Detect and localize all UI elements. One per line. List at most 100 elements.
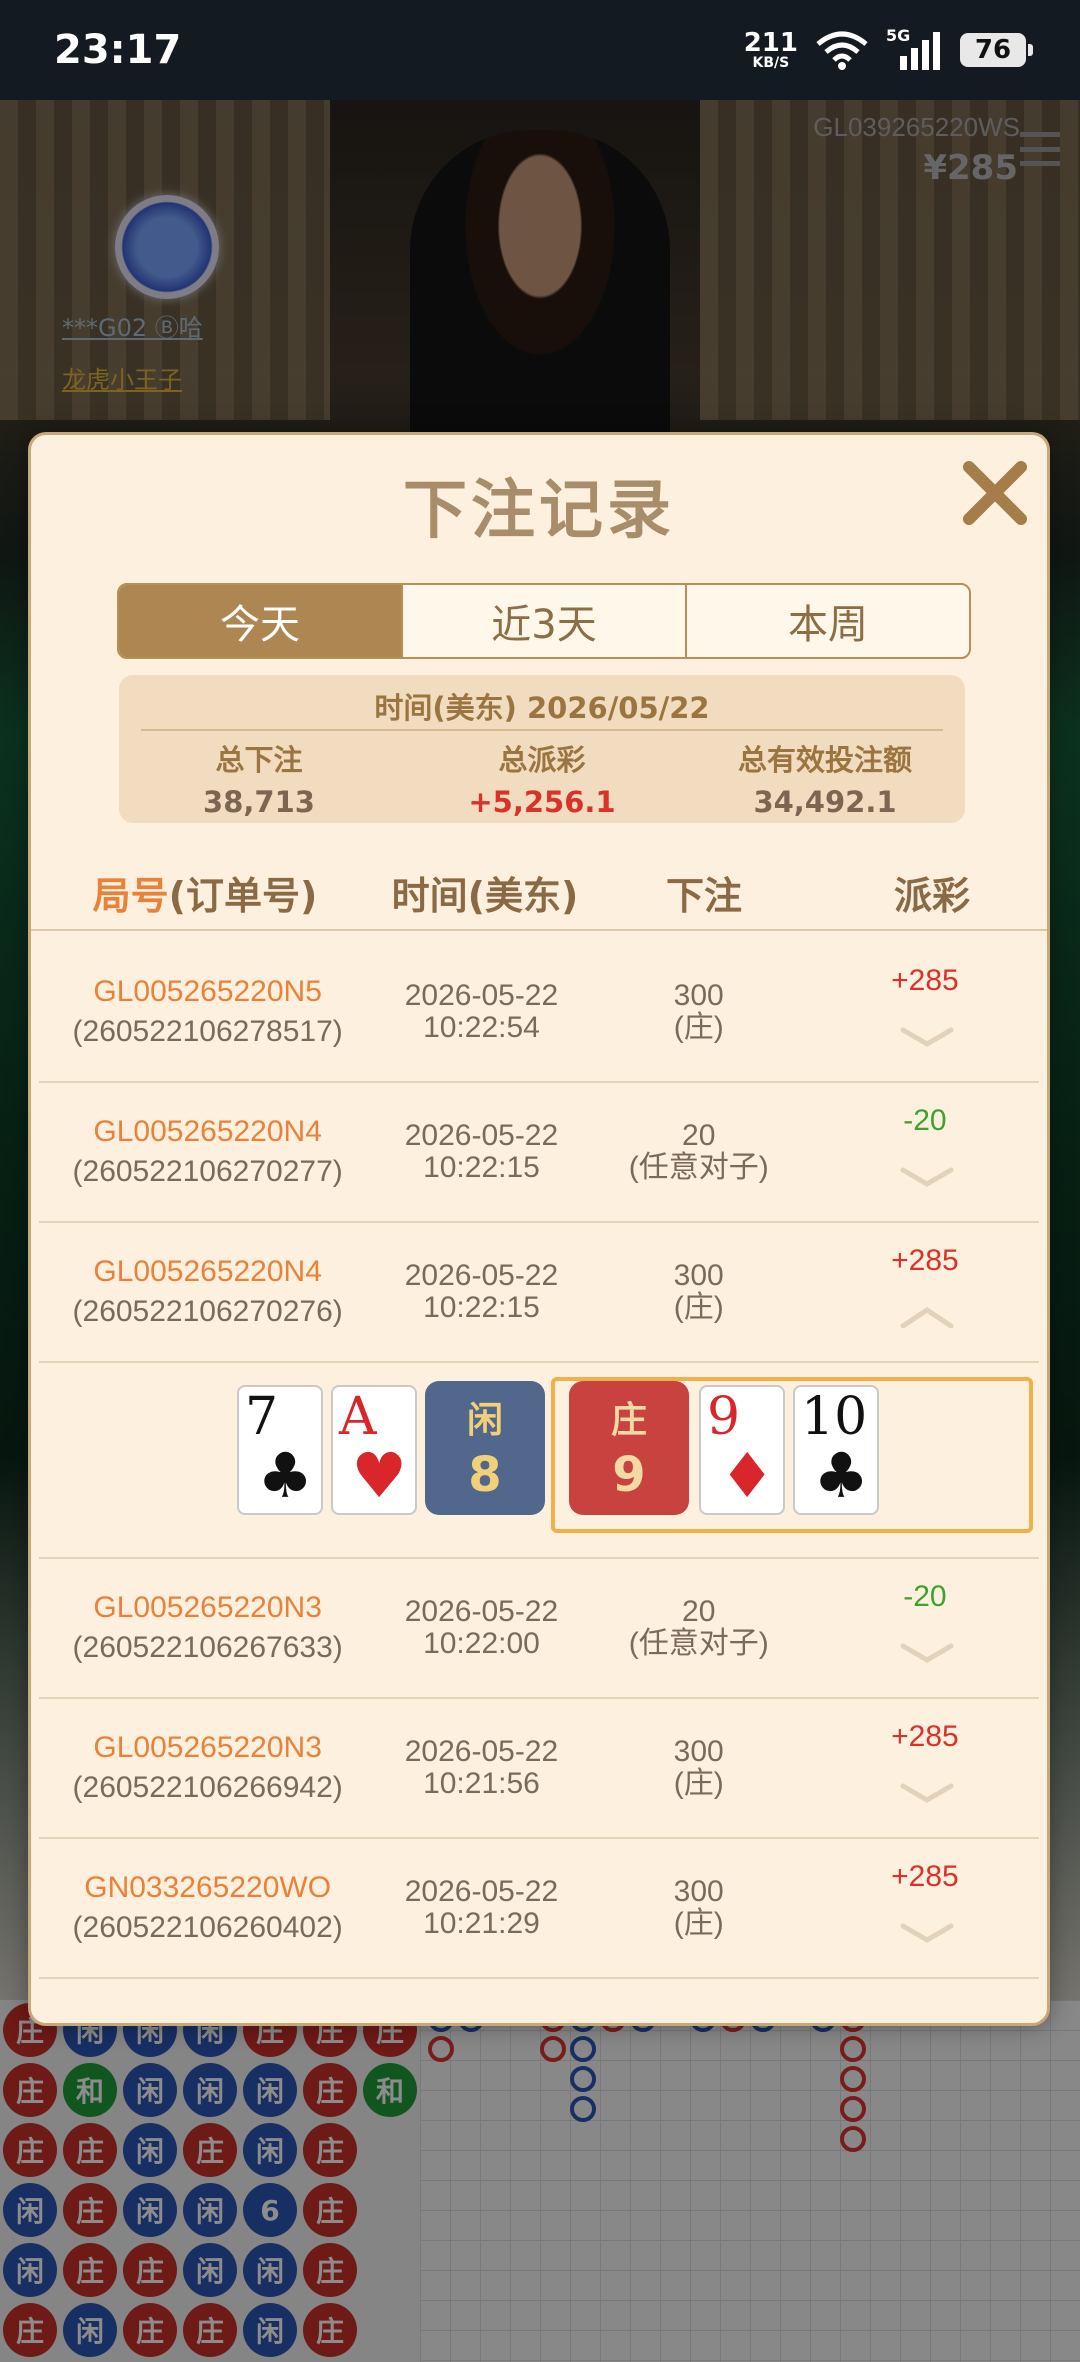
close-icon[interactable] [957,455,1033,531]
time-cell: 2026-05-22 10:22:15 [376,1260,586,1324]
total-bet-value: 38,713 [203,785,315,819]
round-result-detail: 7 ♣ A ♥ 闲 8 庄 9 9 ♦ 10 ♣ [39,1363,1039,1559]
time-cell: 2026-05-22 10:22:54 [376,980,586,1044]
order-id: (260522106260402) [72,1911,343,1944]
payout-value: -20 [903,1104,947,1137]
net-speed-value: 211 [743,28,798,58]
status-time: 23:17 [54,27,182,73]
summary-date: 时间(美东) 2026/05/22 [374,691,710,725]
chevron-up-icon[interactable] [899,1306,955,1328]
card-rank: A [339,1387,377,1447]
payout-value: +285 [891,1244,959,1277]
bet-time: 10:22:00 [423,1627,540,1660]
bet-cell: 300 (庄) [587,1876,811,1940]
record-list[interactable]: GL005265220N5 (260522106278517) 2026-05-22… [31,943,1047,2023]
bet-cell: 300 (庄) [587,1736,811,1800]
total-payout-label: 总派彩 [498,743,586,777]
table-row[interactable]: GL005265220N3 (260522106267633) 2026-05-22… [39,1559,1039,1699]
payout-cell: -20 [811,1558,1039,1698]
header-payout: 派彩 [893,873,970,918]
table-row[interactable]: GN033265220WO (260522106260402) 2026-05-22… [39,1839,1039,1979]
header-round-suffix: (订单号) [168,873,318,918]
tab-this-week[interactable]: 本周 [687,585,969,657]
chevron-down-icon[interactable] [899,1922,955,1944]
round-cell: GL005265220N3 (260522106266942) [39,1731,376,1805]
header-time: 时间(美东) [391,873,579,918]
time-cell: 2026-05-22 10:22:00 [376,1596,586,1660]
chevron-down-icon[interactable] [899,1782,955,1804]
bet-amount: 20 [682,1119,716,1152]
bet-cell: 20 (任意对子) [587,1120,811,1184]
time-cell: 2026-05-22 10:21:56 [376,1736,586,1800]
round-cell: GL005265220N5 (260522106278517) [39,975,376,1049]
order-id: (260522106270277) [72,1155,343,1188]
playing-card: 10 ♣ [793,1385,879,1515]
bet-type: (庄) [673,1907,724,1940]
summary-divider [141,729,943,731]
card-suit-icon: ♥ [351,1439,407,1512]
bet-date: 2026-05-22 [404,1735,559,1768]
table-header: 局号(订单号) 时间(美东) 下注 派彩 [31,855,1047,931]
chevron-down-icon[interactable] [899,1166,955,1188]
bet-date: 2026-05-22 [404,1875,559,1908]
card-rank: 9 [707,1387,741,1447]
time-cell: 2026-05-22 10:22:15 [376,1120,586,1184]
bet-time: 10:21:56 [423,1767,540,1800]
bet-type: (庄) [673,1011,724,1044]
round-id: GL005265220N4 [93,1255,322,1288]
table-row[interactable]: GL005265220N4 (260522106270277) 2026-05-22… [39,1083,1039,1223]
tab-today[interactable]: 今天 [119,585,403,657]
card-rank: 10 [801,1387,868,1447]
summary-total-bet: 总下注 38,713 [119,737,399,819]
player-label: 闲 [466,1400,503,1441]
tab-last-3-days[interactable]: 近3天 [403,585,687,657]
payout-cell: -20 [811,1082,1039,1222]
playing-card: A ♥ [331,1385,417,1515]
order-id: (260522106267633) [72,1631,343,1664]
banker-label: 庄 [610,1400,647,1441]
bet-type: (任意对子) [628,1627,769,1660]
net-speed: 211 KB/S [744,30,798,70]
round-id: GN033265220WO [84,1871,332,1904]
signal-icon: 5G [886,26,942,70]
order-id: (260522106278517) [72,1015,343,1048]
date-range-tabs: 今天 近3天 本周 [117,583,971,659]
round-id: GL005265220N5 [93,975,322,1008]
chevron-down-icon[interactable] [899,1026,955,1048]
card-rank: 7 [245,1387,279,1447]
banker-score: 9 [612,1447,646,1503]
bet-type: (庄) [673,1291,724,1324]
valid-bet-label: 总有效投注额 [737,743,912,777]
round-cell: GL005265220N3 (260522106267633) [39,1591,376,1665]
round-cell: GL005265220N4 (260522106270277) [39,1115,376,1189]
player-score-badge: 闲8 [425,1381,545,1515]
payout-value: +285 [891,964,959,997]
payout-cell: +285 [811,1698,1039,1838]
valid-bet-value: 34,492.1 [753,785,897,819]
payout-cell: +285 [811,1222,1039,1362]
status-bar: 23:17 211 KB/S 5G 76 [0,0,1080,100]
status-icons: 211 KB/S 5G 76 [744,26,1033,70]
bet-type: (庄) [673,1767,724,1800]
payout-value: +285 [891,1720,959,1753]
summary-panel: 时间(美东) 2026/05/22 总下注 38,713 总派彩 +5,256.… [119,675,965,823]
playing-card: 9 ♦ [699,1385,785,1515]
total-bet-label: 总下注 [215,743,303,777]
card-suit-icon: ♦ [719,1439,775,1512]
payout-value: -20 [903,1580,947,1613]
playing-card: 7 ♣ [237,1385,323,1515]
battery-icon: 76 [960,33,1033,67]
table-row[interactable]: GL005265220N4 (260522106270276) 2026-05-22… [39,1223,1039,1363]
bet-amount: 300 [673,1875,724,1908]
table-row[interactable]: GL005265220N5 (260522106278517) 2026-05-22… [39,943,1039,1083]
table-row[interactable]: GL005265220N3 (260522106266942) 2026-05-22… [39,1699,1039,1839]
banker-score-badge: 庄9 [569,1381,689,1515]
bet-date: 2026-05-22 [404,1119,559,1152]
chevron-down-icon[interactable] [899,1642,955,1664]
summary-total-payout: 总派彩 +5,256.1 [402,737,682,819]
order-id: (260522106270276) [72,1295,343,1328]
round-id: GL005265220N3 [93,1591,322,1624]
wifi-icon [816,31,868,70]
card-suit-icon: ♣ [257,1439,313,1512]
bet-amount: 20 [682,1595,716,1628]
